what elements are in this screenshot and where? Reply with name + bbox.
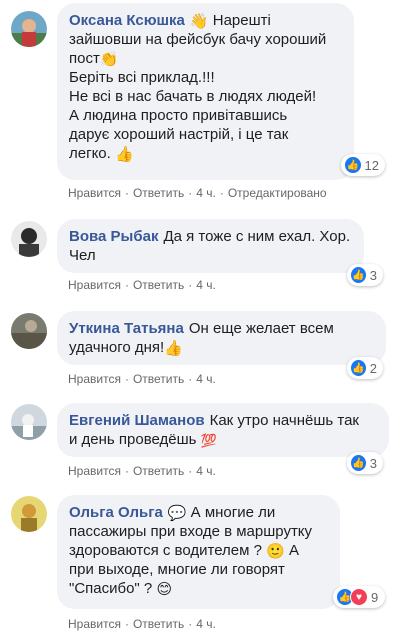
comment-author[interactable]: Вова Рыбак bbox=[69, 228, 158, 245]
comment-actions: Нравится · Ответить · 4 ч. bbox=[68, 372, 216, 386]
like-icon: 👍 bbox=[344, 156, 362, 174]
comment-time[interactable]: 4 ч. bbox=[196, 186, 216, 200]
avatar[interactable] bbox=[11, 221, 47, 257]
clapping-hands-icon: 👏 bbox=[99, 51, 119, 68]
reply-button[interactable]: Ответить bbox=[133, 617, 184, 631]
comment-bubble: Оксана Ксюшка 👋 Нарешті зайшовши на фейсбу… bbox=[57, 3, 354, 180]
comment-time[interactable]: 4 ч. bbox=[196, 278, 216, 292]
reaction-count: 3 bbox=[369, 455, 377, 471]
avatar[interactable] bbox=[11, 313, 47, 349]
comment-author[interactable]: Евгений Шаманов bbox=[69, 412, 205, 429]
comment-time[interactable]: 4 ч. bbox=[196, 464, 216, 478]
love-icon: ♥ bbox=[350, 588, 368, 606]
reply-button[interactable]: Ответить bbox=[133, 372, 184, 386]
comment-bubble: Уткина Татьяна Он еще желает всем удачног… bbox=[57, 311, 386, 365]
reply-button[interactable]: Ответить bbox=[133, 278, 184, 292]
reply-button[interactable]: Ответить bbox=[133, 464, 184, 478]
thumbs-up-icon: 👍 bbox=[164, 340, 183, 357]
edited-label[interactable]: Отредактировано bbox=[228, 186, 327, 200]
smiling-face-icon: 🙂 bbox=[266, 543, 285, 560]
like-button[interactable]: Нравится bbox=[68, 372, 121, 386]
comment-bubble: Евгений Шаманов Как утро начнёшь так и де… bbox=[57, 403, 389, 457]
comment-actions: Нравится · Ответить · 4 ч. · Отредактировано bbox=[68, 186, 327, 200]
reaction-summary[interactable]: 👍 12 bbox=[341, 154, 385, 176]
reaction-summary[interactable]: 👍 3 bbox=[347, 452, 383, 474]
reply-button[interactable]: Ответить bbox=[133, 186, 184, 200]
comment-actions: Нравится · Ответить · 4 ч. bbox=[68, 617, 216, 631]
comment-author[interactable]: Оксана Ксюшка bbox=[69, 12, 185, 29]
reaction-summary[interactable]: 👍 2 bbox=[347, 357, 383, 379]
like-button[interactable]: Нравится bbox=[68, 464, 121, 478]
reaction-summary[interactable]: 👍 ♥ 9 bbox=[333, 586, 385, 608]
like-button[interactable]: Нравится bbox=[68, 186, 121, 200]
reaction-count: 9 bbox=[371, 589, 379, 605]
reaction-count: 3 bbox=[369, 267, 377, 283]
reaction-count: 2 bbox=[369, 360, 377, 376]
waving-hand-icon: 👋 bbox=[189, 13, 209, 30]
comment-author[interactable]: Ольга Ольга bbox=[69, 504, 163, 521]
comment-text: Беріть всі приклад.!!! Не всі в нас бача… bbox=[69, 69, 317, 162]
smiling-face-icon: 😊 bbox=[156, 581, 173, 598]
reaction-count: 12 bbox=[364, 157, 379, 173]
comment-time[interactable]: 4 ч. bbox=[196, 617, 216, 631]
reaction-summary[interactable]: 👍 3 bbox=[347, 264, 383, 286]
like-button[interactable]: Нравится bbox=[68, 278, 121, 292]
like-icon: 👍 bbox=[350, 359, 367, 377]
avatar[interactable] bbox=[11, 404, 47, 440]
avatar[interactable] bbox=[11, 11, 47, 47]
hundred-points-icon: 💯 bbox=[200, 433, 217, 448]
comment-bubble: Вова Рыбак Да я тоже с ним ехал. Хор. Чел bbox=[57, 219, 364, 273]
comment-bubble: Ольга Ольга 💬 А многие ли пассажиры при в… bbox=[57, 495, 340, 609]
like-icon: 👍 bbox=[350, 266, 367, 284]
comment-time[interactable]: 4 ч. bbox=[196, 372, 216, 386]
comment-author[interactable]: Уткина Татьяна bbox=[69, 320, 184, 337]
comment-actions: Нравится · Ответить · 4 ч. bbox=[68, 464, 216, 478]
like-icon: 👍 bbox=[350, 454, 367, 472]
avatar[interactable] bbox=[11, 496, 47, 532]
thumbs-up-icon: 👍 bbox=[114, 146, 134, 163]
speech-balloon-icon: 💬 bbox=[167, 505, 187, 522]
like-button[interactable]: Нравится bbox=[68, 617, 121, 631]
comment-text: Нарешті bbox=[208, 12, 271, 29]
comment-actions: Нравится · Ответить · 4 ч. bbox=[68, 278, 216, 292]
